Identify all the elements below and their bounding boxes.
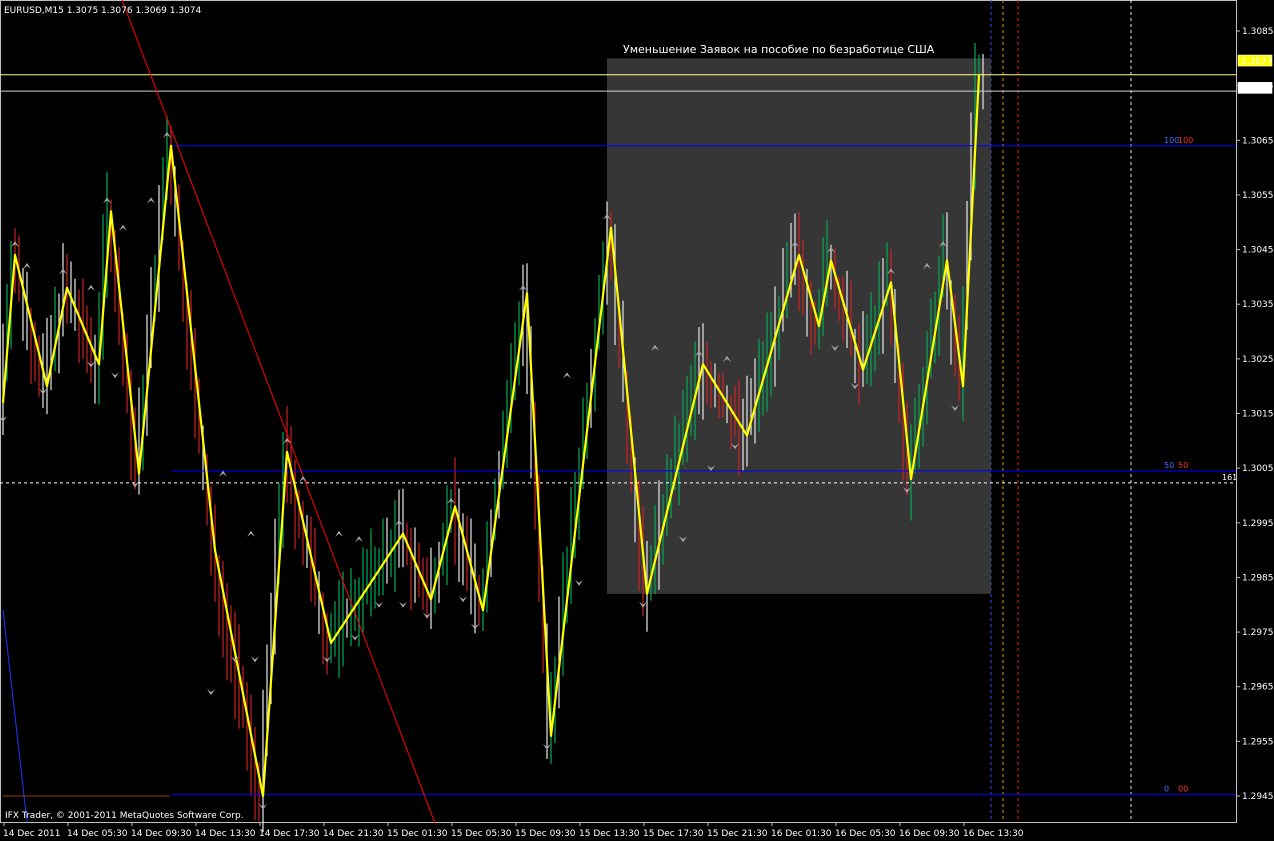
- price-tick-label: 1.3035: [1242, 300, 1274, 310]
- fib-label-0: 0: [1164, 784, 1169, 793]
- price-tick-label: 1.2955: [1242, 737, 1274, 747]
- fib-value-100: 100: [1178, 136, 1193, 145]
- time-tick-label: 14 Dec 13:30: [195, 829, 256, 839]
- price-tick-label: 1.3055: [1242, 191, 1274, 201]
- time-tick-label: 16 Dec 13:30: [963, 829, 1024, 839]
- highlight-rect: [607, 58, 991, 594]
- time-tick-label: 15 Dec 09:30: [515, 829, 576, 839]
- ask-price-tag-label: 1.3077: [1241, 57, 1273, 67]
- time-tick-label: 15 Dec 01:30: [387, 829, 448, 839]
- time-tick-label: 14 Dec 17:30: [259, 829, 320, 839]
- copyright-text: IFX Trader, © 2001-2011 MetaQuotes Softw…: [5, 811, 244, 821]
- symbol-info: EURUSD,M15 1.3075 1.3076 1.3069 1.3074: [4, 6, 202, 16]
- news-highlight-box: [607, 58, 991, 594]
- price-tick-label: 1.3015: [1242, 410, 1274, 420]
- time-tick-label: 14 Dec 21:30: [323, 829, 384, 839]
- fib-label-50: 50: [1164, 461, 1174, 470]
- time-tick-label: 16 Dec 09:30: [899, 829, 960, 839]
- price-tick-label: 1.2995: [1242, 519, 1274, 529]
- price-tick-label: 1.2975: [1242, 628, 1274, 638]
- time-tick-label: 15 Dec 13:30: [579, 829, 640, 839]
- price-tick-label: 1.2945: [1242, 792, 1274, 802]
- time-tick-label: 15 Dec 21:30: [707, 829, 768, 839]
- time-tick-label: 16 Dec 01:30: [771, 829, 832, 839]
- price-tick-label: 1.3005: [1242, 464, 1274, 474]
- price-tick-label: 1.3045: [1242, 246, 1274, 256]
- time-tick-label: 14 Dec 05:30: [67, 829, 128, 839]
- fib-value-50: 50: [1178, 461, 1188, 470]
- bid-price-tag-label: 1.3074: [1241, 84, 1273, 94]
- chart-area[interactable]: 1001005050000 161 1.30851.30751.30651.30…: [0, 0, 1274, 841]
- time-tick-label: 15 Dec 05:30: [451, 829, 512, 839]
- fib-value-0: 00: [1178, 784, 1188, 793]
- time-tick-label: 15 Dec 17:30: [643, 829, 704, 839]
- time-tick-label: 16 Dec 05:30: [835, 829, 896, 839]
- price-tick-label: 1.2965: [1242, 683, 1274, 693]
- price-tick-label: 1.2985: [1242, 573, 1274, 583]
- time-tick-label: 14 Dec 09:30: [131, 829, 192, 839]
- price-axis: 1.30851.30751.30651.30551.30451.30351.30…: [1236, 27, 1274, 802]
- price-tick-label: 1.3065: [1242, 136, 1274, 146]
- crosshair-label: 161: [1222, 473, 1237, 482]
- time-tick-label: 14 Dec 2011: [3, 829, 61, 839]
- fib-label-100: 100: [1164, 136, 1179, 145]
- news-annotation: Уменьшение Заявок на пособие по безработ…: [623, 43, 935, 56]
- price-tick-label: 1.3025: [1242, 355, 1274, 365]
- price-tick-label: 1.3085: [1242, 27, 1274, 37]
